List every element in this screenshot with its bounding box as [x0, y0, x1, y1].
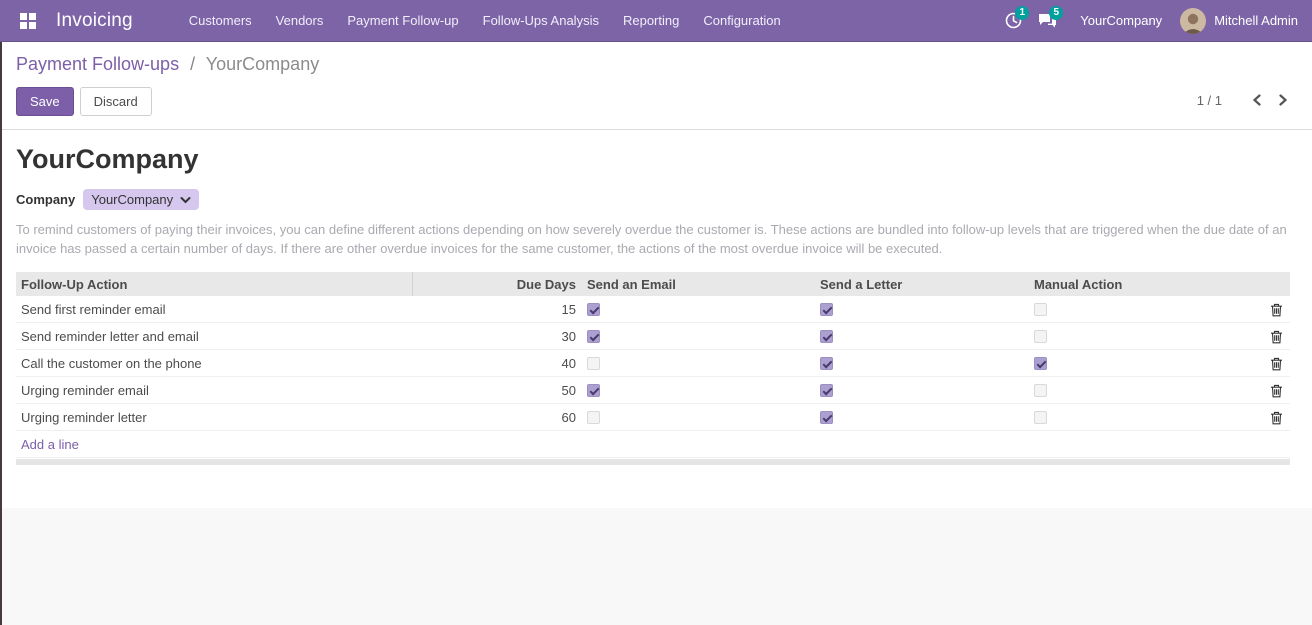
followup-description: To remind customers of paying their invo… [16, 220, 1296, 258]
send-email-checkbox[interactable] [587, 411, 600, 424]
due-days-cell[interactable]: 60 [413, 404, 583, 431]
activity-clock-icon[interactable]: 1 [996, 0, 1030, 42]
followup-action-cell[interactable]: Urging reminder email [16, 377, 413, 404]
record-title: YourCompany [16, 144, 1296, 175]
due-days-cell[interactable]: 15 [413, 296, 583, 323]
control-panel: Payment Follow-ups / YourCompany Save Di… [0, 42, 1312, 130]
followup-level-row: Call the customer on the phone 40 [16, 350, 1290, 377]
table-footer-strip [16, 459, 1290, 465]
due-days-cell[interactable]: 40 [413, 350, 583, 377]
delete-row-button[interactable] [1270, 411, 1283, 425]
followup-action-cell[interactable]: Call the customer on the phone [16, 350, 413, 377]
followup-action-cell[interactable]: Send reminder letter and email [16, 323, 413, 350]
breadcrumb-separator: / [190, 54, 195, 74]
add-a-line-link[interactable]: Add a line [16, 437, 79, 452]
messages-badge: 5 [1049, 6, 1063, 20]
menu-customers[interactable]: Customers [177, 0, 264, 42]
manual-action-checkbox[interactable] [1034, 384, 1047, 397]
header-manual-action[interactable]: Manual Action [1030, 272, 1262, 296]
breadcrumb-current: YourCompany [206, 54, 319, 74]
company-field-label: Company [16, 192, 75, 207]
manual-action-checkbox[interactable] [1034, 411, 1047, 424]
user-avatar [1180, 8, 1206, 34]
user-menu[interactable]: Mitchell Admin [1180, 8, 1298, 34]
delete-row-button[interactable] [1270, 330, 1283, 344]
breadcrumb: Payment Follow-ups / YourCompany [16, 54, 1296, 75]
app-name[interactable]: Invoicing [56, 10, 133, 32]
menu-vendors[interactable]: Vendors [264, 0, 336, 42]
menu-configuration[interactable]: Configuration [691, 0, 792, 42]
main-menu: Customers Vendors Payment Follow-up Foll… [177, 0, 793, 42]
company-switcher[interactable]: YourCompany [1080, 13, 1162, 28]
company-select[interactable]: YourCompany [83, 189, 199, 210]
discard-button[interactable]: Discard [80, 87, 152, 116]
messages-icon-button[interactable]: 5 [1030, 0, 1064, 42]
trash-icon [1270, 384, 1283, 398]
followup-level-row: Urging reminder letter 60 [16, 404, 1290, 431]
trash-icon [1270, 411, 1283, 425]
apps-grid-icon [20, 13, 36, 29]
add-line-row: Add a line [16, 431, 1290, 458]
menu-payment-follow-up[interactable]: Payment Follow-up [335, 0, 470, 42]
send-letter-checkbox[interactable] [820, 303, 833, 316]
menu-follow-ups-analysis[interactable]: Follow-Ups Analysis [471, 0, 611, 42]
header-send-an-email[interactable]: Send an Email [583, 272, 816, 296]
send-letter-checkbox[interactable] [820, 411, 833, 424]
header-delete-column [1262, 272, 1290, 296]
systray: 1 5 YourCompany Mitchell Admin [996, 0, 1298, 42]
pager-previous-button[interactable] [1244, 88, 1270, 112]
delete-row-button[interactable] [1270, 303, 1283, 317]
send-letter-checkbox[interactable] [820, 384, 833, 397]
followup-level-row: Urging reminder email 50 [16, 377, 1290, 404]
avatar-silhouette [1180, 10, 1206, 34]
pager-value: 1 / 1 [1197, 93, 1222, 108]
apps-menu-icon[interactable] [10, 0, 46, 42]
manual-action-checkbox[interactable] [1034, 357, 1047, 370]
due-days-cell[interactable]: 50 [413, 377, 583, 404]
send-email-checkbox[interactable] [587, 357, 600, 370]
send-letter-checkbox[interactable] [820, 330, 833, 343]
top-navbar: Invoicing Customers Vendors Payment Foll… [0, 0, 1312, 42]
send-letter-checkbox[interactable] [820, 357, 833, 370]
delete-row-button[interactable] [1270, 384, 1283, 398]
followup-level-row: Send first reminder email 15 [16, 296, 1290, 323]
followup-levels-table: Follow-Up Action Due Days Send an Email … [16, 272, 1290, 465]
window-left-edge [0, 42, 2, 625]
followup-table-body: Send first reminder email 15 Send remind… [16, 296, 1290, 431]
followup-action-cell[interactable]: Send first reminder email [16, 296, 413, 323]
form-sheet: YourCompany Company YourCompany To remin… [0, 130, 1312, 508]
header-follow-up-action[interactable]: Follow-Up Action [16, 272, 413, 296]
chevron-right-icon [1278, 94, 1288, 106]
user-name: Mitchell Admin [1214, 13, 1298, 28]
breadcrumb-parent-link[interactable]: Payment Follow-ups [16, 54, 179, 74]
table-header-row: Follow-Up Action Due Days Send an Email … [16, 272, 1290, 296]
manual-action-checkbox[interactable] [1034, 303, 1047, 316]
send-email-checkbox[interactable] [587, 384, 600, 397]
company-select-value: YourCompany [91, 192, 173, 207]
pager: 1 / 1 [1197, 88, 1296, 112]
header-due-days[interactable]: Due Days [413, 272, 583, 296]
send-email-checkbox[interactable] [587, 303, 600, 316]
followup-action-cell[interactable]: Urging reminder letter [16, 404, 413, 431]
manual-action-checkbox[interactable] [1034, 330, 1047, 343]
header-send-a-letter[interactable]: Send a Letter [816, 272, 1030, 296]
trash-icon [1270, 357, 1283, 371]
trash-icon [1270, 303, 1283, 317]
delete-row-button[interactable] [1270, 357, 1283, 371]
due-days-cell[interactable]: 30 [413, 323, 583, 350]
trash-icon [1270, 330, 1283, 344]
menu-reporting[interactable]: Reporting [611, 0, 691, 42]
send-email-checkbox[interactable] [587, 330, 600, 343]
pager-next-button[interactable] [1270, 88, 1296, 112]
chevron-left-icon [1252, 94, 1262, 106]
followup-level-row: Send reminder letter and email 30 [16, 323, 1290, 350]
save-button[interactable]: Save [16, 87, 74, 116]
chevron-down-icon [180, 196, 191, 204]
activity-badge: 1 [1015, 6, 1029, 20]
